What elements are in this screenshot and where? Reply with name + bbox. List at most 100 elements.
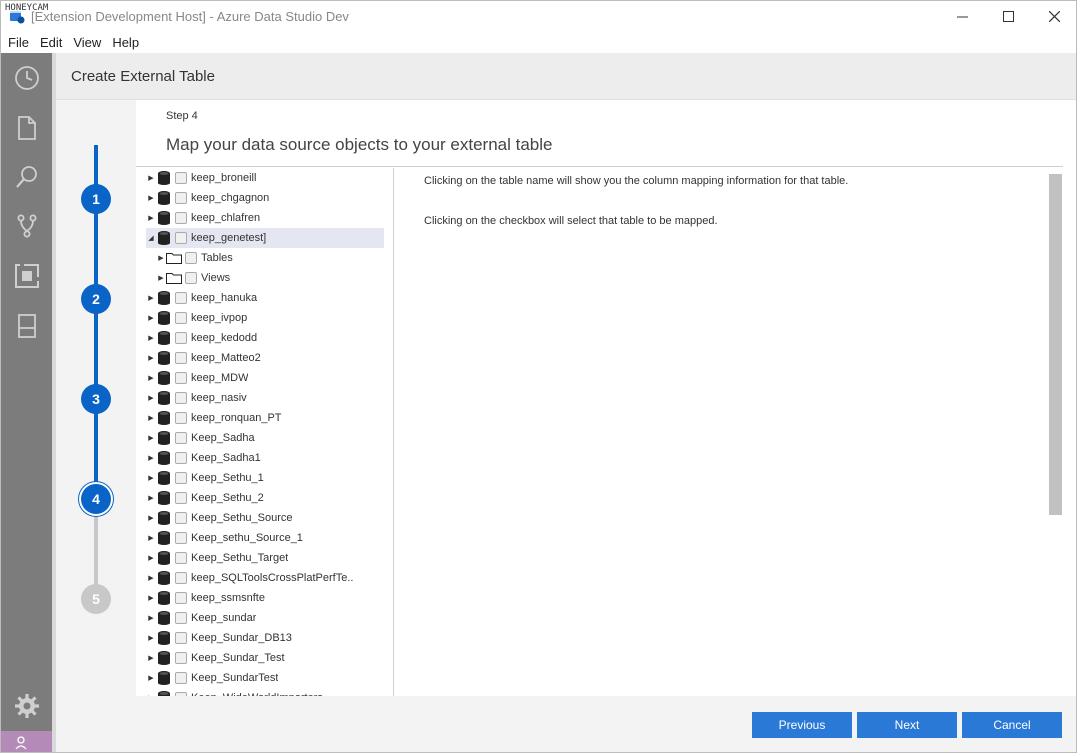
expand-arrow-icon[interactable]: ▶ [146,314,156,322]
select-checkbox[interactable] [175,452,187,464]
expand-arrow-icon[interactable]: ▶ [146,534,156,542]
tree-database-item[interactable]: ▶ Keep_Sadha [146,428,384,448]
gear-icon[interactable] [14,693,40,719]
select-checkbox[interactable] [185,252,197,264]
select-checkbox[interactable] [175,652,187,664]
tree-database-item[interactable]: ▶ keep_hanuka [146,288,384,308]
tree-database-item[interactable]: ▶ Keep_Sethu_2 [146,488,384,508]
select-checkbox[interactable] [175,572,187,584]
expand-arrow-icon[interactable]: ▶ [146,354,156,362]
tree-database-item[interactable]: ▶ keep_nasiv [146,388,384,408]
select-checkbox[interactable] [175,392,187,404]
step-1[interactable]: 1 [81,184,111,214]
tree-database-item[interactable]: ▶ Keep_Sadha1 [146,448,384,468]
expand-arrow-icon[interactable]: ▶ [146,594,156,602]
tree-database-item[interactable]: ▶ Keep_sundar [146,608,384,628]
tree-item-label[interactable]: keep_Matteo2 [191,352,261,364]
expand-arrow-icon[interactable]: ▶ [146,394,156,402]
tree-item-label[interactable]: keep_genetest] [191,232,266,244]
expand-arrow-icon[interactable]: ▶ [146,454,156,462]
expand-arrow-icon[interactable]: ▶ [146,474,156,482]
step-5[interactable]: 5 [81,584,111,614]
expand-arrow-icon[interactable]: ▶ [146,174,156,182]
tree-item-label[interactable]: Keep_Sethu_Target [191,552,288,564]
previous-button[interactable]: Previous [752,712,852,738]
tree-database-item[interactable]: ▶ keep_ronquan_PT [146,408,384,428]
tree-database-item[interactable]: ▶ keep_chgagnon [146,188,384,208]
next-button[interactable]: Next [857,712,957,738]
expand-arrow-icon[interactable]: ▶ [146,414,156,422]
expand-arrow-icon[interactable]: ▶ [146,634,156,642]
tree-item-label[interactable]: keep_ivpop [191,312,247,324]
menu-file[interactable]: File [8,35,29,50]
select-checkbox[interactable] [175,292,187,304]
tree-item-label[interactable]: Keep_Sethu_Source [191,512,293,524]
expand-arrow-icon[interactable]: ▶ [146,334,156,342]
scrollbar-thumb[interactable] [1049,174,1062,515]
select-checkbox[interactable] [175,472,187,484]
tree-database-item[interactable]: ▶Keep_WideWorldImporters [146,688,384,696]
select-checkbox[interactable] [175,672,187,684]
tree-database-item[interactable]: ▶ keep_ssmsnfte [146,588,384,608]
tree-item-label[interactable]: Keep_SundarTest [191,672,278,684]
tree-item-label[interactable]: keep_ronquan_PT [191,412,282,424]
step-3[interactable]: 3 [81,384,111,414]
select-checkbox[interactable] [175,212,187,224]
tree-database-item[interactable]: ▶ Keep_Sundar_Test [146,648,384,668]
tree-item-label[interactable]: Keep_sundar [191,612,256,624]
tree-item-label[interactable]: keep_broneill [191,172,256,184]
menu-edit[interactable]: Edit [40,35,62,50]
expand-arrow-icon[interactable]: ▶ [146,614,156,622]
select-checkbox[interactable] [175,332,187,344]
select-checkbox[interactable] [175,592,187,604]
step-2[interactable]: 2 [81,284,111,314]
expand-arrow-icon[interactable]: ▶ [146,294,156,302]
close-button[interactable] [1031,1,1076,32]
select-checkbox[interactable] [175,432,187,444]
select-checkbox[interactable] [175,312,187,324]
tree-item-label[interactable]: keep_nasiv [191,392,247,404]
select-checkbox[interactable] [175,232,187,244]
tree-folder-item[interactable]: ▶ Tables [146,248,384,268]
expand-arrow-icon[interactable]: ▶ [146,434,156,442]
select-checkbox[interactable] [175,492,187,504]
tree-item-label[interactable]: Keep_Sethu_1 [191,472,264,484]
tree-item-label[interactable]: keep_chlafren [191,212,260,224]
expand-arrow-icon[interactable]: ▶ [146,194,156,202]
tree-folder-item[interactable]: ▶ Views [146,268,384,288]
history-icon[interactable] [14,65,40,91]
expand-arrow-icon[interactable]: ▶ [146,374,156,382]
select-checkbox[interactable] [175,632,187,644]
collapse-arrow-icon[interactable]: ◢ [146,234,156,242]
tree-item-label[interactable]: Tables [201,252,233,264]
tree-item-label[interactable]: keep_MDW [191,372,248,384]
tree-item-label[interactable]: keep_hanuka [191,292,257,304]
tree-item-label[interactable]: keep_SQLToolsCrossPlatPerfTe.. [191,572,353,584]
expand-arrow-icon[interactable]: ▶ [156,274,166,282]
tree-item-label[interactable]: Keep_Sundar_DB13 [191,632,292,644]
tree-item-label[interactable]: Views [201,272,230,284]
select-checkbox[interactable] [185,272,197,284]
tree-item-label[interactable]: Keep_sethu_Source_1 [191,532,303,544]
tree-database-item[interactable]: ▶ Keep_Sethu_Target [146,548,384,568]
tree-database-item[interactable]: ▶ keep_chlafren [146,208,384,228]
select-checkbox[interactable] [175,412,187,424]
tree-database-item[interactable]: ▶ Keep_Sundar_DB13 [146,628,384,648]
select-checkbox[interactable] [175,612,187,624]
tree-database-item[interactable]: ▶ keep_MDW [146,368,384,388]
tree-database-item[interactable]: ◢ keep_genetest] [146,228,384,248]
minimize-button[interactable] [939,1,985,32]
step-4[interactable]: 4 [81,484,111,514]
select-checkbox[interactable] [175,172,187,184]
file-icon[interactable] [14,115,40,141]
expand-arrow-icon[interactable]: ▶ [156,254,166,262]
source-control-icon[interactable] [14,213,40,239]
expand-arrow-icon[interactable]: ▶ [146,554,156,562]
tree-item-label[interactable]: Keep_Sadha1 [191,452,261,464]
expand-arrow-icon[interactable]: ▶ [146,214,156,222]
tree-database-item[interactable]: ▶ Keep_Sethu_Source [146,508,384,528]
select-checkbox[interactable] [175,552,187,564]
menu-view[interactable]: View [73,35,101,50]
tree-item-label[interactable]: keep_kedodd [191,332,257,344]
menu-help[interactable]: Help [112,35,139,50]
